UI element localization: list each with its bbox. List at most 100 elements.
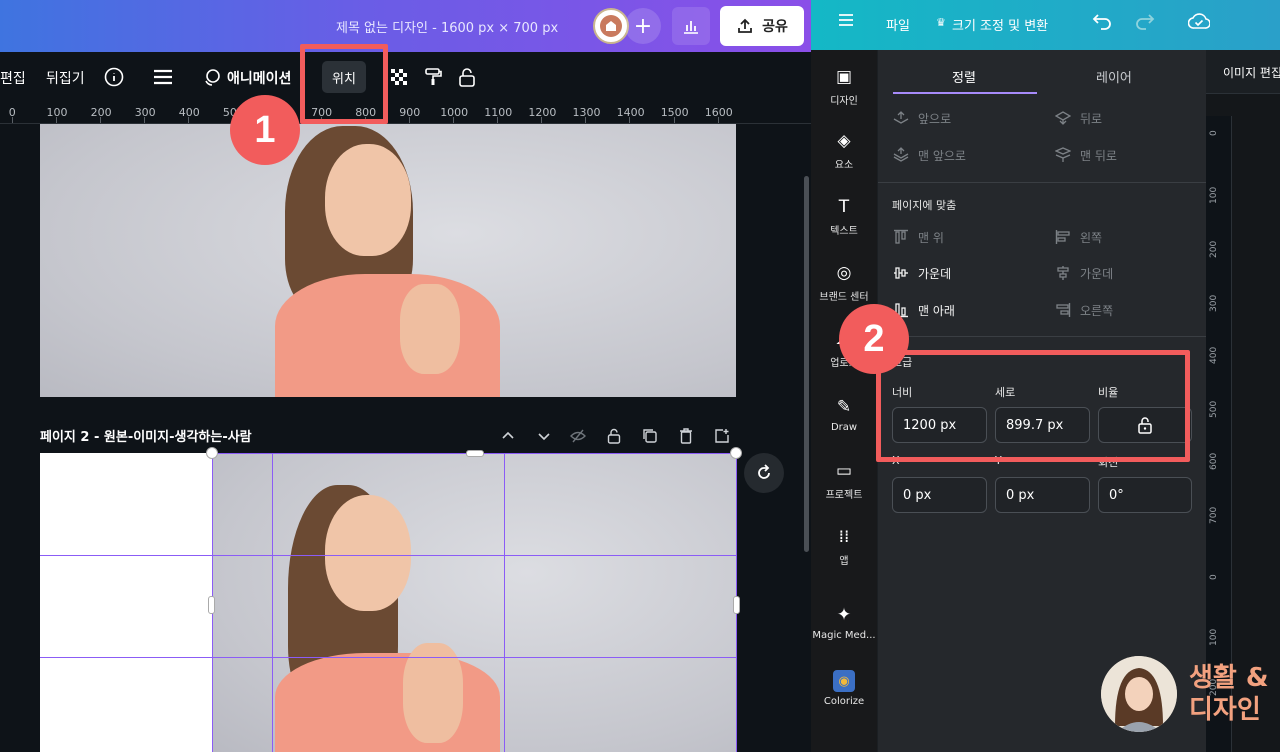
- rail-label: Colorize: [823, 696, 865, 707]
- page-2-title[interactable]: 페이지 2 - 원본-이미지-생각하는-사람: [40, 426, 252, 445]
- layer-front-icon: [892, 146, 910, 164]
- ruler-tick: [717, 117, 719, 123]
- image-edit-tab[interactable]: 이미지 편집: [1206, 50, 1280, 94]
- rail-item-1[interactable]: ◈ 요소: [811, 130, 877, 171]
- tab-layers[interactable]: 레이어: [1096, 67, 1132, 86]
- paint-roller-icon[interactable]: [422, 66, 444, 88]
- crop-grid-line: [504, 453, 505, 752]
- align-middle-button[interactable]: 가운데: [892, 264, 951, 282]
- document-title[interactable]: 제목 없는 디자인 - 1600 px × 700 px: [336, 17, 558, 36]
- rail-item-6[interactable]: ▭ 프로젝트: [811, 460, 877, 501]
- rail-item-7[interactable]: ⁞⁞ 앱: [811, 526, 877, 567]
- cloud-check-icon[interactable]: [1187, 13, 1211, 33]
- text-icon: T: [838, 197, 850, 217]
- info-icon[interactable]: [103, 66, 125, 88]
- divider: [878, 182, 1206, 183]
- lock-icon[interactable]: [456, 66, 478, 88]
- backward-button[interactable]: 뒤로: [1054, 109, 1102, 127]
- rail-item-0[interactable]: ▣ 디자인: [811, 66, 877, 107]
- transparency-icon[interactable]: [388, 66, 410, 88]
- layout-icon: ▣: [835, 67, 853, 87]
- chevron-down-icon[interactable]: [535, 427, 553, 445]
- hamburger-menu-icon[interactable]: [838, 13, 854, 31]
- rail-label: 요소: [834, 160, 854, 171]
- align-center-button[interactable]: 가운데: [1054, 264, 1113, 282]
- resize-menu[interactable]: 크기 조정 및 변환: [952, 15, 1048, 34]
- add-member-button[interactable]: +: [625, 8, 661, 44]
- rail-item-8[interactable]: ✦ Magic Med...: [811, 604, 877, 641]
- resize-handle-top-right[interactable]: [730, 447, 742, 459]
- share-button[interactable]: 공유: [720, 6, 804, 46]
- animate-button[interactable]: 애니메이션: [227, 68, 291, 88]
- bring-to-front-button[interactable]: 맨 앞으로: [892, 146, 966, 164]
- page-2-image[interactable]: [213, 453, 736, 752]
- page-1-image[interactable]: [40, 124, 736, 397]
- active-tab-indicator: [893, 92, 1037, 94]
- ruler-tick: [453, 117, 454, 123]
- vertical-ruler-label: 200: [1209, 240, 1219, 258]
- align-left-button[interactable]: 왼쪽: [1054, 228, 1102, 246]
- elements-icon: ◈: [837, 131, 851, 151]
- team-avatar[interactable]: [593, 8, 629, 44]
- align-center-icon: [1054, 264, 1072, 282]
- vertical-ruler-label: 0: [1209, 574, 1219, 580]
- page-2[interactable]: [40, 453, 736, 752]
- flip-button[interactable]: 뒤집기: [46, 68, 85, 88]
- fit-to-page-title: 페이지에 맞춤: [892, 199, 957, 212]
- align-middle-icon: [892, 264, 910, 282]
- align-right-icon: [1054, 301, 1072, 319]
- canvas-scrollbar[interactable]: [804, 176, 809, 552]
- animate-icon[interactable]: [201, 66, 223, 88]
- resize-handle-top[interactable]: [466, 450, 484, 457]
- rotate-input[interactable]: 0°: [1098, 477, 1192, 513]
- redo-icon[interactable]: [1135, 12, 1155, 34]
- apps-icon: ⁞⁞: [838, 527, 850, 547]
- resize-handle-left[interactable]: [208, 596, 215, 614]
- edit-button[interactable]: 편집: [0, 68, 26, 88]
- rail-item-3[interactable]: ◎ 브랜드 센터: [811, 262, 877, 303]
- ruler-tick: [408, 117, 410, 123]
- side-rail: ▣디자인◈요소T텍스트◎브랜드 센터☁업로드✎Draw▭프로젝트⁞⁞앱✦Magi…: [811, 50, 877, 752]
- ruler-label: 1200: [528, 106, 557, 119]
- duplicate-page-icon[interactable]: [641, 427, 659, 445]
- rotate-button[interactable]: [744, 453, 784, 493]
- context-toolbar: 편집 뒤집기 애니메이션 위치: [0, 52, 811, 102]
- align-left-icon: [1054, 228, 1072, 246]
- rail-item-9[interactable]: ◉ Colorize: [811, 670, 877, 707]
- delete-page-icon[interactable]: [677, 427, 695, 445]
- top-bar: 제목 없는 디자인 - 1600 px × 700 px + 공유: [0, 0, 811, 52]
- y-input[interactable]: 0 px: [995, 477, 1090, 513]
- align-top-button[interactable]: 맨 위: [892, 228, 944, 246]
- secondary-canvas: 이미지 편집 0 100 200 300 400 500 600 700 0 100 200: [1206, 50, 1280, 752]
- forward-button[interactable]: 앞으로: [892, 109, 951, 127]
- resize-handle-right[interactable]: [733, 596, 740, 614]
- layer-forward-icon: [892, 109, 910, 127]
- ruler-tick: [12, 117, 13, 123]
- file-menu[interactable]: 파일: [886, 15, 910, 34]
- ruler-label: 1000: [440, 106, 469, 119]
- x-input[interactable]: 0 px: [892, 477, 987, 513]
- editor-menu-bar: 파일 ♛ 크기 조정 및 변환: [811, 0, 1280, 50]
- align-right-button[interactable]: 오른쪽: [1054, 301, 1113, 319]
- layer-backward-icon: [1054, 109, 1072, 127]
- resize-handle-top-left[interactable]: [206, 447, 218, 459]
- chevron-up-icon[interactable]: [499, 427, 517, 445]
- canvas-editor: 제목 없는 디자인 - 1600 px × 700 px + 공유 편집 뒤집기…: [0, 0, 811, 752]
- divider: [878, 336, 1206, 337]
- rail-label: 디자인: [830, 96, 858, 107]
- menu-lines-icon[interactable]: [152, 66, 174, 88]
- brand-icon: ◎: [836, 263, 852, 283]
- annotation-box-2: [876, 350, 1190, 462]
- ruler-label: 1400: [616, 106, 645, 119]
- tab-arrange[interactable]: 정렬: [952, 67, 976, 86]
- undo-icon[interactable]: [1092, 12, 1112, 34]
- rail-item-2[interactable]: T 텍스트: [811, 196, 877, 237]
- insights-button[interactable]: [672, 7, 710, 45]
- rail-item-5[interactable]: ✎ Draw: [811, 396, 877, 433]
- lock-page-icon[interactable]: [605, 427, 623, 445]
- ruler-label: 1100: [484, 106, 513, 119]
- add-page-icon[interactable]: [713, 427, 731, 445]
- hide-page-icon[interactable]: [569, 427, 587, 445]
- send-to-back-button[interactable]: 맨 뒤로: [1054, 146, 1117, 164]
- crop-grid-line: [40, 657, 736, 658]
